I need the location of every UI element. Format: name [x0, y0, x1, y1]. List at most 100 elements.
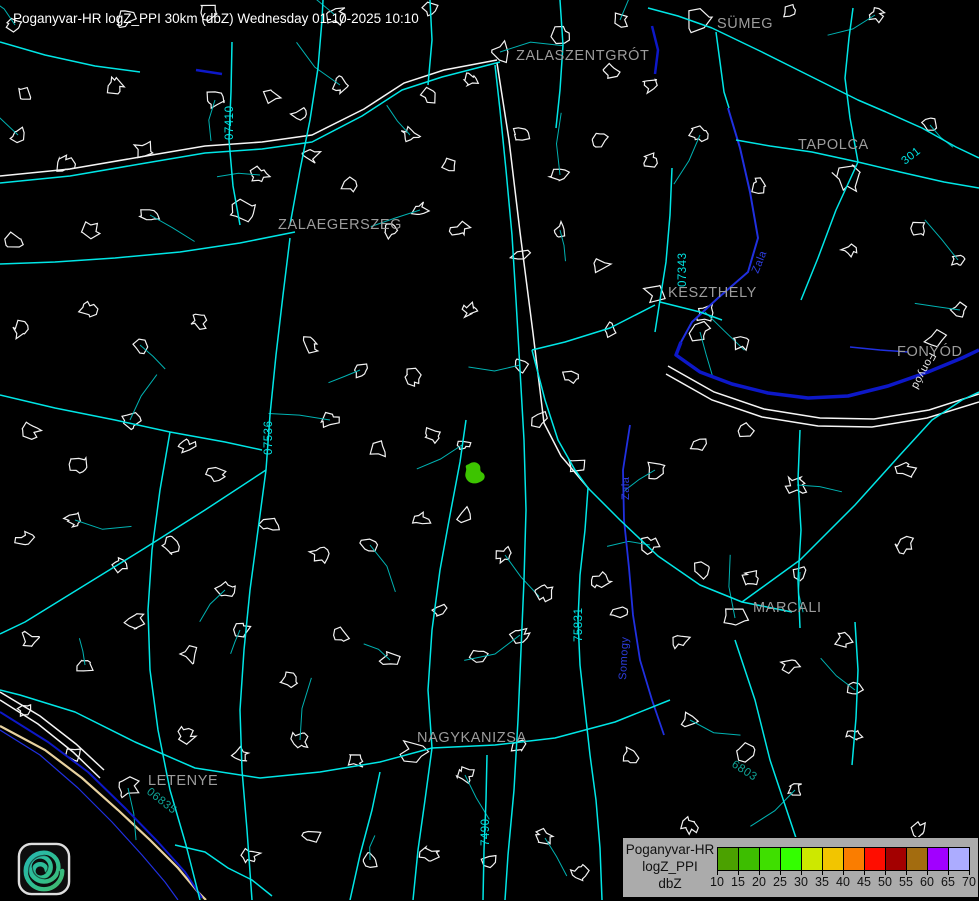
- settlement-outline: [79, 302, 98, 317]
- road-number-label: 7490: [480, 818, 492, 846]
- settlement-outline: [442, 158, 455, 170]
- road-path: [240, 238, 290, 900]
- settlement-outline: [673, 635, 690, 648]
- settlement-outline: [264, 90, 281, 103]
- road-path: [413, 748, 432, 900]
- road-number-label: 301: [899, 145, 923, 167]
- road-path: [716, 32, 729, 108]
- settlement-outline: [690, 439, 706, 450]
- settlement-outline: [569, 460, 585, 471]
- scale-tick-label: 40: [833, 875, 853, 889]
- settlement-outline: [738, 423, 754, 437]
- dbz-swatch: [927, 847, 949, 871]
- settlement-outline: [603, 64, 620, 79]
- road-path: [0, 42, 140, 72]
- legend-product: logZ_PPI: [642, 859, 698, 876]
- settlement-outline: [291, 108, 307, 120]
- city-label: SÜMEG: [717, 14, 773, 32]
- settlement-outline: [5, 232, 23, 247]
- settlement-outline: [514, 128, 530, 140]
- settlement-outline: [952, 255, 965, 265]
- dbz-swatch: [717, 847, 739, 871]
- settlement-outline: [82, 222, 100, 239]
- city-label: TAPOLCA: [798, 137, 869, 153]
- settlement-outline: [462, 302, 477, 317]
- settlement-outline: [64, 513, 81, 527]
- road-number-label: 07536: [263, 421, 275, 455]
- settlement-outline: [250, 166, 270, 181]
- dbz-swatch: [738, 847, 760, 871]
- settlement-outline: [642, 79, 657, 93]
- settlement-outline: [19, 88, 31, 100]
- settlement-outline: [133, 339, 148, 354]
- radar-echo: [465, 462, 484, 483]
- dbz-swatch: [864, 847, 886, 871]
- road-path: [858, 162, 979, 188]
- settlement-outline: [697, 305, 713, 321]
- settlement-outline: [15, 532, 35, 545]
- settlement-outline: [563, 371, 579, 383]
- settlement-outline: [592, 572, 612, 588]
- minor-road-path: [269, 414, 330, 421]
- minor-road-path: [329, 370, 361, 383]
- settlement-outline: [405, 368, 421, 386]
- settlement-outline: [215, 582, 235, 597]
- settlement-outline: [911, 822, 925, 838]
- minor-road-path: [140, 345, 165, 369]
- minor-road-path: [545, 838, 567, 876]
- road-path: [712, 28, 886, 112]
- product-title: Poganyvar-HR logZ_PPI 30km (dbZ) Wednesd…: [13, 11, 419, 26]
- settlement-outline: [642, 537, 660, 554]
- settlement-outline: [594, 259, 611, 273]
- settlement-outline: [69, 458, 87, 473]
- settlement-outline: [421, 87, 436, 103]
- weather-app-logo[interactable]: [17, 842, 71, 896]
- road-number-label: 75831: [573, 608, 585, 642]
- railway-path: [0, 692, 104, 770]
- scale-tick-label: 70: [959, 875, 979, 889]
- settlement-outline: [425, 428, 440, 444]
- road-number-label: 07410: [224, 106, 236, 140]
- road-path: [148, 432, 200, 900]
- settlement-outline: [449, 221, 470, 235]
- road-path: [556, 0, 563, 128]
- road-path: [350, 772, 380, 900]
- settlement-outline: [551, 27, 569, 44]
- settlement-outline: [370, 441, 385, 457]
- dbz-swatch: [759, 847, 781, 871]
- settlement-outline: [413, 512, 431, 524]
- settlement-outline: [302, 150, 320, 163]
- minor-road-path: [505, 555, 539, 597]
- settlement-outline: [623, 747, 638, 763]
- scale-tick-label: 15: [728, 875, 748, 889]
- settlement-outline: [895, 463, 916, 478]
- settlement-outline: [333, 76, 349, 94]
- settlement-outline: [162, 536, 179, 554]
- road-path: [428, 420, 466, 748]
- settlement-outline: [360, 539, 378, 551]
- settlement-outline: [107, 77, 124, 94]
- settlement-outline: [22, 631, 39, 646]
- scale-tick-label: 30: [791, 875, 811, 889]
- settlement-outline: [234, 623, 251, 637]
- minor-road-path: [925, 220, 958, 260]
- road-path: [735, 640, 806, 868]
- settlement-outline: [419, 847, 439, 861]
- railway-path: [666, 374, 979, 427]
- scale-tick-label: 60: [917, 875, 937, 889]
- dbz-swatch: [948, 847, 970, 871]
- city-label: ZALAEGERSZEG: [278, 217, 402, 233]
- minor-road-path: [620, 0, 638, 20]
- minor-road-path: [750, 790, 795, 826]
- river-path: [652, 26, 658, 74]
- legend-station: Poganyvar-HR: [626, 842, 715, 859]
- dbz-swatch: [843, 847, 865, 871]
- railway-path: [668, 366, 979, 419]
- settlement-outline: [22, 422, 41, 439]
- settlement-outline: [231, 199, 256, 222]
- minor-road-path: [700, 332, 713, 377]
- railway-path: [497, 63, 589, 489]
- road-path: [0, 470, 266, 634]
- settlement-outline: [554, 222, 564, 237]
- road-path: [578, 488, 602, 900]
